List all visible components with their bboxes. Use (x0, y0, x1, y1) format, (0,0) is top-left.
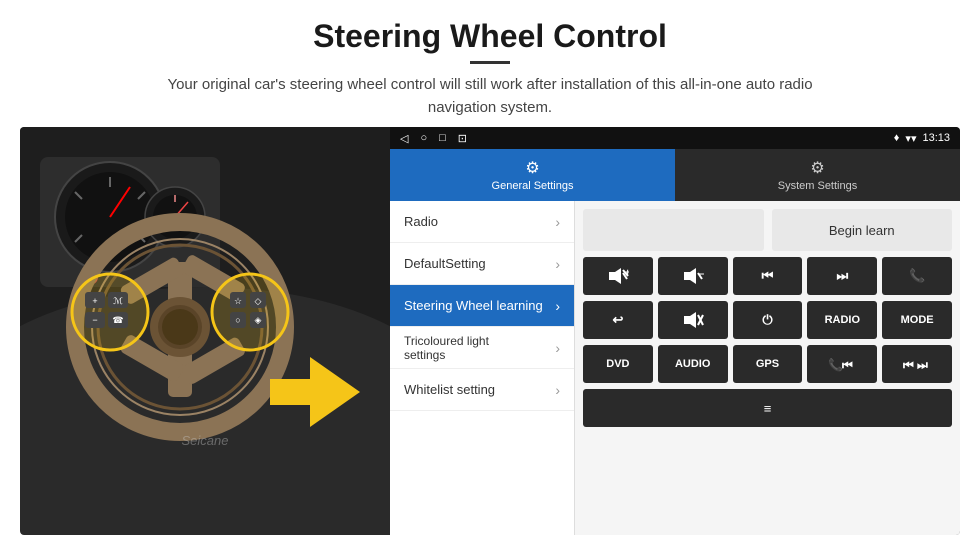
menu-steering-label: Steering Wheel learning (404, 298, 543, 313)
tab-general[interactable]: ⚙ General Settings (390, 149, 675, 201)
page-container: Steering Wheel Control Your original car… (0, 0, 980, 545)
power-button[interactable]: ⏻ (733, 301, 803, 339)
svg-text:⏭: ⏭ (917, 358, 928, 372)
car-scene-svg: ! (20, 127, 390, 452)
status-bar-right: ♦ ▾▾ 13:13 (894, 132, 950, 145)
tab-system-label: System Settings (778, 180, 857, 192)
mute-button[interactable] (658, 301, 728, 339)
settings-tabs: ⚙ General Settings ⚙ System Settings (390, 149, 960, 201)
right-panel: Begin learn + − ⏮ ⏭ 📞 (575, 201, 960, 535)
vol-up-button[interactable]: + (583, 257, 653, 295)
header-section: Steering Wheel Control Your original car… (0, 0, 980, 127)
svg-text:+: + (625, 267, 629, 277)
status-bar: ◁ ○ □ ⊡ ♦ ▾▾ 13:13 (390, 127, 960, 149)
chevron-right-icon-5: › (555, 382, 560, 398)
control-grid-row2: ↩ ⏻ RADIO MODE (583, 301, 952, 339)
prev-track-button[interactable]: ⏮ (733, 257, 803, 295)
nav-square-icon[interactable]: □ (439, 132, 446, 144)
svg-text:ℳ: ℳ (113, 296, 123, 306)
nav-dot-icon[interactable]: ⊡ (458, 132, 467, 145)
menu-item-steering[interactable]: Steering Wheel learning › (390, 285, 574, 327)
android-device: ◁ ○ □ ⊡ ♦ ▾▾ 13:13 ⚙ General Settings (390, 127, 960, 535)
settings-main: Radio › DefaultSetting › Steering Wheel … (390, 201, 960, 535)
menu-button[interactable]: ≡ (583, 389, 952, 427)
svg-text:+: + (92, 296, 97, 306)
chevron-right-icon-4: › (555, 340, 560, 356)
svg-text:○: ○ (235, 315, 240, 325)
svg-text:☎: ☎ (112, 315, 123, 325)
tab-system[interactable]: ⚙ System Settings (675, 149, 960, 201)
wifi-icon: ▾▾ (905, 132, 916, 145)
chevron-right-icon-3: › (555, 298, 560, 314)
menu-whitelist-label: Whitelist setting (404, 382, 495, 397)
svg-text:⏮: ⏮ (903, 358, 914, 372)
gps-button[interactable]: GPS (733, 345, 803, 383)
car-image-section: ! (20, 127, 390, 535)
seek-button[interactable]: ⏮⏭ (882, 345, 952, 383)
dvd-button[interactable]: DVD (583, 345, 653, 383)
time-display: 13:13 (922, 132, 950, 144)
page-title: Steering Wheel Control (20, 18, 960, 55)
phone-button[interactable]: 📞 (882, 257, 952, 295)
chevron-right-icon-2: › (555, 256, 560, 272)
system-settings-icon: ⚙ (810, 158, 824, 178)
control-grid-row3: DVD AUDIO GPS 📞⏮ ⏮⏭ (583, 345, 952, 383)
nav-home-icon[interactable]: ○ (420, 132, 427, 144)
svg-text:−: − (699, 269, 704, 279)
page-subtitle: Your original car's steering wheel contr… (140, 74, 840, 119)
menu-item-whitelist[interactable]: Whitelist setting › (390, 369, 574, 411)
vol-down-button[interactable]: − (658, 257, 728, 295)
menu-item-default[interactable]: DefaultSetting › (390, 243, 574, 285)
next-track-button[interactable]: ⏭ (807, 257, 877, 295)
svg-text:☆: ☆ (234, 296, 242, 306)
menu-radio-label: Radio (404, 214, 438, 229)
begin-learn-button[interactable]: Begin learn (772, 209, 953, 251)
svg-text:◈: ◈ (255, 315, 262, 325)
chevron-right-icon: › (555, 214, 560, 230)
audio-button[interactable]: AUDIO (658, 345, 728, 383)
svg-text:⏮: ⏮ (842, 358, 853, 372)
nav-back-icon[interactable]: ◁ (400, 132, 408, 145)
menu-item-radio[interactable]: Radio › (390, 201, 574, 243)
last-row: ≡ (583, 389, 952, 427)
radio-button[interactable]: RADIO (807, 301, 877, 339)
control-grid-row1: + − ⏮ ⏭ 📞 (583, 257, 952, 295)
svg-text:📞: 📞 (828, 357, 843, 372)
empty-slot (583, 209, 764, 251)
menu-panel: Radio › DefaultSetting › Steering Wheel … (390, 201, 575, 535)
svg-text:◇: ◇ (255, 296, 262, 306)
title-divider (470, 61, 510, 64)
mode-button[interactable]: MODE (882, 301, 952, 339)
menu-item-tricolour[interactable]: Tricoloured lightsettings › (390, 327, 574, 369)
content-area: ! (0, 127, 980, 545)
location-icon: ♦ (894, 132, 900, 144)
tab-general-label: General Settings (492, 180, 574, 192)
svg-text:Seicane: Seicane (182, 433, 229, 448)
menu-tricolour-label: Tricoloured lightsettings (404, 334, 489, 362)
begin-learn-row: Begin learn (583, 209, 952, 251)
menu-default-label: DefaultSetting (404, 256, 486, 271)
hang-up-button[interactable]: ↩ (583, 301, 653, 339)
status-bar-left: ◁ ○ □ ⊡ (400, 132, 467, 145)
phone-prev-button[interactable]: 📞⏮ (807, 345, 877, 383)
svg-text:−: − (92, 315, 97, 325)
general-settings-icon: ⚙ (525, 158, 539, 178)
